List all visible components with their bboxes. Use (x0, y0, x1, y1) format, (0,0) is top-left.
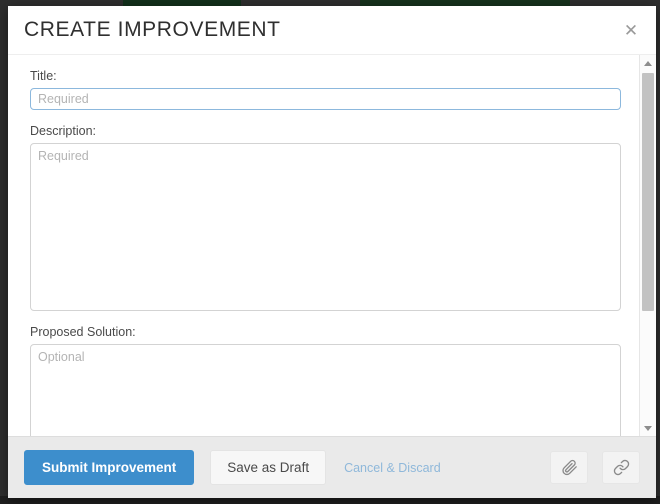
attach-file-button[interactable] (550, 451, 588, 484)
page-title: CREATE IMPROVEMENT (24, 18, 281, 41)
modal-body: Title: Description: Proposed Solution: (8, 55, 656, 436)
title-input[interactable] (30, 88, 621, 110)
chevron-down-icon[interactable] (640, 420, 656, 436)
description-field-label: Description: (30, 124, 96, 138)
scrollbar-thumb[interactable] (642, 73, 654, 311)
close-icon[interactable]: ✕ (622, 22, 640, 40)
form-scroll-content: Title: Description: Proposed Solution: (8, 55, 639, 436)
save-as-draft-button[interactable]: Save as Draft (210, 450, 327, 485)
proposed-solution-input[interactable] (30, 344, 621, 436)
create-improvement-modal: CREATE IMPROVEMENT ✕ Title: Description:… (8, 6, 656, 498)
chain-link-icon (613, 459, 630, 476)
submit-improvement-button[interactable]: Submit Improvement (24, 450, 195, 485)
paperclip-icon (561, 459, 578, 476)
title-field-label: Title: (30, 69, 57, 83)
add-link-button[interactable] (602, 451, 640, 484)
cancel-discard-link[interactable]: Cancel & Discard (344, 461, 441, 475)
modal-header: CREATE IMPROVEMENT ✕ (8, 6, 656, 55)
footer-icon-group (550, 451, 640, 484)
description-input[interactable] (30, 143, 621, 311)
vertical-scrollbar[interactable] (639, 55, 656, 436)
modal-footer: Submit Improvement Save as Draft Cancel … (8, 436, 656, 498)
solution-field-label: Proposed Solution: (30, 325, 136, 339)
chevron-up-icon[interactable] (640, 55, 656, 71)
